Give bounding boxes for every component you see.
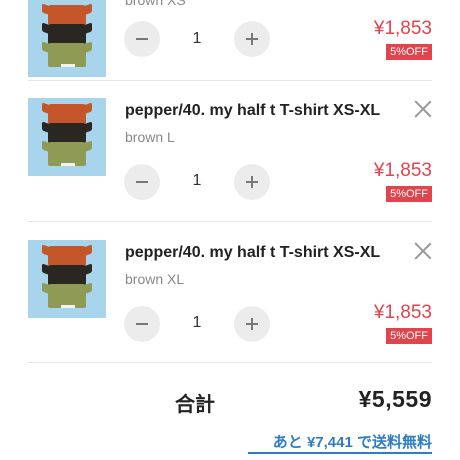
increase-quantity-button[interactable] <box>234 306 270 342</box>
product-thumbnail[interactable] <box>28 98 106 176</box>
remove-item-button[interactable] <box>414 242 432 260</box>
discount-badge: 5%OFF <box>386 328 432 344</box>
free-shipping-link[interactable]: あと ¥7,441 で送料無料 <box>273 431 432 452</box>
link-underline <box>248 452 432 454</box>
item-price: ¥1,853 <box>373 18 432 39</box>
decrease-quantity-button[interactable] <box>124 164 160 200</box>
cart-item: pepper/40. my half t T-shirt XS-XL brown… <box>28 240 432 382</box>
remove-item-button[interactable] <box>414 100 432 118</box>
item-price: ¥1,853 <box>373 302 432 323</box>
item-variant: brown XS <box>125 0 186 8</box>
item-price: ¥1,853 <box>373 160 432 181</box>
quantity-value: 1 <box>192 172 202 189</box>
cart-item: pepper/40. my half t T-shirt XS-XL brown… <box>28 98 432 240</box>
discount-badge: 5%OFF <box>386 186 432 202</box>
product-thumbnail[interactable] <box>28 240 106 318</box>
item-variant: brown XL <box>125 271 185 287</box>
increase-quantity-button[interactable] <box>234 164 270 200</box>
total-divider <box>28 362 432 363</box>
increase-quantity-button[interactable] <box>234 21 270 57</box>
minus-icon <box>136 181 148 183</box>
quantity-value: 1 <box>192 314 202 331</box>
item-variant: brown L <box>125 129 175 145</box>
total-value: ¥5,559 <box>358 386 432 412</box>
decrease-quantity-button[interactable] <box>124 306 160 342</box>
minus-icon <box>136 38 148 40</box>
decrease-quantity-button[interactable] <box>124 21 160 57</box>
quantity-value: 1 <box>192 30 202 47</box>
discount-badge: 5%OFF <box>386 44 432 60</box>
product-thumbnail[interactable] <box>28 0 106 77</box>
item-divider <box>28 80 432 81</box>
cart-item: brown XS 1 ¥1,853 5%OFF <box>28 0 432 77</box>
total-label: 合計 <box>175 394 215 416</box>
item-title[interactable]: pepper/40. my half t T-shirt XS-XL <box>125 244 380 262</box>
item-divider <box>28 221 432 222</box>
minus-icon <box>136 323 148 325</box>
item-title[interactable]: pepper/40. my half t T-shirt XS-XL <box>125 102 380 120</box>
